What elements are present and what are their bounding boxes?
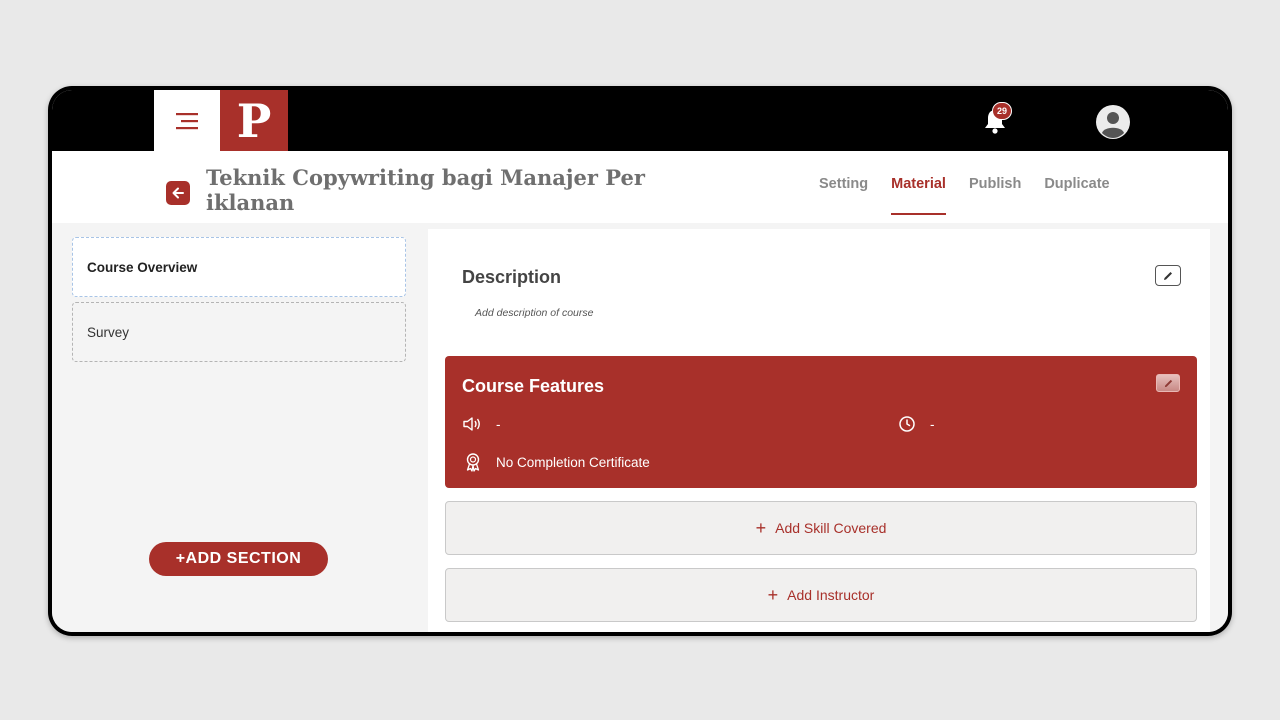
avatar-icon[interactable] [1096, 105, 1130, 139]
certificate-feature: No Completion Certificate [464, 452, 650, 472]
tab-publish[interactable]: Publish [969, 173, 1021, 215]
back-button[interactable] [166, 181, 190, 205]
top-bar: P 29 [52, 90, 1228, 151]
speaker-icon [463, 417, 480, 431]
duration-value: - [930, 416, 935, 432]
tab-material[interactable]: Material [891, 173, 946, 215]
sidebar-item-survey[interactable]: Survey [72, 302, 406, 362]
main-panel: Description Add description of course Co… [428, 229, 1210, 632]
certificate-icon [466, 453, 480, 472]
tab-setting[interactable]: Setting [819, 173, 868, 215]
course-title: Teknik Copywriting bagi Manajer Per ikla… [206, 165, 645, 215]
device-frame: P 29 Teknik Copywriting bagi Manajer Per… [48, 86, 1232, 636]
audio-value: - [496, 416, 501, 432]
app-screen: P 29 Teknik Copywriting bagi Manajer Per… [52, 90, 1228, 632]
pencil-icon [1164, 271, 1172, 280]
menu-icon [176, 112, 198, 129]
tab-duplicate[interactable]: Duplicate [1044, 173, 1109, 215]
plus-icon: + [755, 518, 767, 538]
menu-button[interactable] [154, 90, 220, 151]
course-features-title: Course Features [462, 376, 605, 396]
course-tabs: Setting Material Publish Duplicate [819, 173, 1110, 215]
notification-badge: 29 [992, 102, 1012, 120]
edit-description-button[interactable] [1155, 265, 1181, 286]
certificate-label: No Completion Certificate [496, 454, 650, 470]
audio-feature: - [462, 415, 501, 433]
description-title: Description [462, 267, 562, 287]
add-instructor-label: Add Instructor [787, 587, 875, 603]
duration-feature: - [898, 415, 935, 433]
add-skill-covered-button[interactable]: + Add Skill Covered [445, 501, 1197, 555]
add-instructor-button[interactable]: + Add Instructor [445, 568, 1197, 622]
clock-icon [899, 416, 915, 432]
course-features-card: Course Features - - No Completion Certif… [445, 356, 1197, 488]
app-logo[interactable]: P [220, 90, 288, 151]
add-section-button[interactable]: +ADD SECTION [149, 542, 328, 576]
content-area: Course Overview Survey +ADD SECTION Desc… [52, 223, 1228, 632]
pencil-icon [1164, 379, 1172, 387]
add-skill-label: Add Skill Covered [775, 520, 887, 536]
edit-features-button[interactable] [1156, 374, 1180, 392]
sidebar-item-course-overview[interactable]: Course Overview [72, 237, 406, 297]
plus-icon: + [767, 585, 779, 605]
description-placeholder[interactable]: Add description of course [475, 307, 593, 319]
back-arrow-icon [172, 187, 184, 199]
course-header: Teknik Copywriting bagi Manajer Per ikla… [52, 151, 1228, 223]
